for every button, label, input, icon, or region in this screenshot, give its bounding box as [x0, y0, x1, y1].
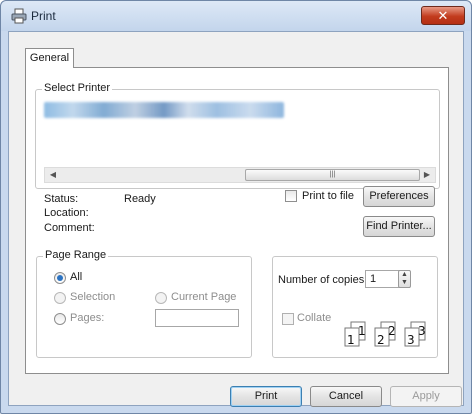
- range-pages-radio[interactable]: [54, 313, 66, 325]
- preferences-button[interactable]: Preferences: [363, 186, 435, 207]
- close-icon: ✕: [437, 8, 449, 23]
- svg-text:3: 3: [418, 324, 426, 338]
- apply-button[interactable]: Apply: [390, 386, 462, 407]
- range-all-radio[interactable]: [54, 272, 66, 284]
- copies-stepper[interactable]: ▲ ▼: [398, 270, 411, 288]
- range-current-page-radio[interactable]: [155, 292, 167, 304]
- find-printer-button[interactable]: Find Printer...: [363, 216, 435, 237]
- collate-page-3: 3 3: [404, 321, 426, 347]
- printer-list-scrollbar[interactable]: ◀ ||| ▶: [44, 167, 436, 183]
- page-range-legend: Page Range: [43, 249, 109, 261]
- print-to-file-checkbox[interactable]: [285, 190, 297, 202]
- window-title: Print: [31, 9, 56, 23]
- page-range-group: Page Range: [36, 249, 252, 358]
- select-printer-legend: Select Printer: [42, 82, 113, 94]
- collate-pages-icon: 1 1 2 2 3 3: [344, 321, 426, 347]
- chevron-down-icon[interactable]: ▼: [399, 279, 410, 287]
- scroll-thumb[interactable]: |||: [245, 169, 420, 181]
- cancel-button[interactable]: Cancel: [310, 386, 382, 407]
- scroll-left-arrow-icon[interactable]: ◀: [46, 169, 60, 181]
- printer-item-redacted[interactable]: [44, 102, 284, 118]
- comment-label: Comment:: [44, 222, 95, 234]
- svg-text:3: 3: [407, 333, 415, 347]
- status-label: Status:: [44, 193, 79, 205]
- svg-text:1: 1: [358, 324, 366, 338]
- printer-icon: [11, 8, 27, 24]
- range-all-label[interactable]: All: [70, 271, 82, 283]
- copies-label: Number of copies:: [278, 274, 368, 286]
- svg-text:2: 2: [388, 324, 396, 338]
- print-to-file-label[interactable]: Print to file: [302, 190, 354, 202]
- pages-input[interactable]: [155, 309, 239, 327]
- collate-page-1: 1 1: [344, 321, 366, 347]
- tab-general-label: General: [29, 52, 70, 64]
- range-selection-label[interactable]: Selection: [70, 291, 115, 303]
- range-current-page-label[interactable]: Current Page: [171, 291, 236, 303]
- range-selection-radio[interactable]: [54, 292, 66, 304]
- chevron-up-icon[interactable]: ▲: [399, 271, 410, 279]
- svg-text:1: 1: [347, 333, 355, 347]
- close-button[interactable]: ✕: [421, 6, 465, 25]
- collate-page-2: 2 2: [374, 321, 396, 347]
- svg-text:2: 2: [377, 333, 385, 347]
- location-label: Location:: [44, 207, 89, 219]
- status-value: Ready: [124, 193, 156, 205]
- scroll-thumb-grip: |||: [329, 171, 336, 178]
- print-button[interactable]: Print: [230, 386, 302, 407]
- title-bar[interactable]: Print ✕: [1, 1, 471, 31]
- range-pages-label[interactable]: Pages:: [70, 312, 104, 324]
- collate-label[interactable]: Collate: [297, 312, 331, 324]
- tab-general[interactable]: General: [25, 48, 74, 68]
- scroll-right-arrow-icon[interactable]: ▶: [420, 169, 434, 181]
- collate-checkbox[interactable]: [282, 313, 294, 325]
